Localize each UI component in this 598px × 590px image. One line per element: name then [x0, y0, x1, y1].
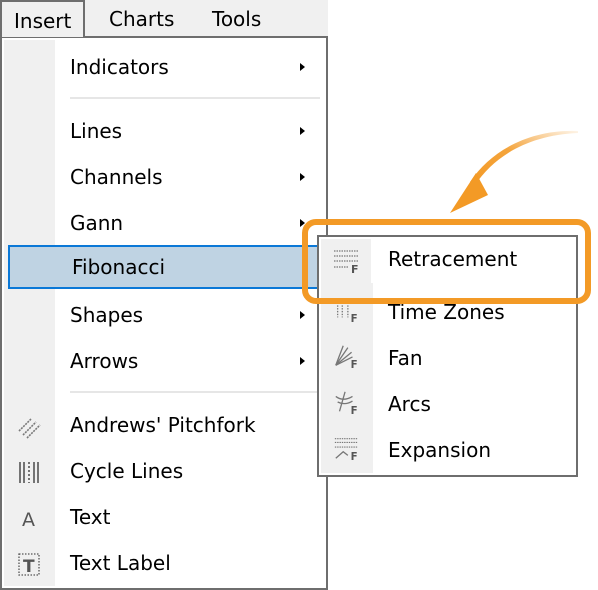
svg-text:F: F [351, 406, 358, 415]
menu-item-label: Text Label [70, 551, 171, 575]
menu-item-label: Gann [70, 211, 124, 235]
fibo-retracement-icon: F [334, 250, 359, 274]
submenu-arrow-icon [300, 311, 305, 319]
menu-item-label: Indicators [70, 55, 169, 79]
cycle-lines-icon [19, 462, 39, 483]
menu-charts[interactable]: Charts [97, 0, 186, 37]
pitchfork-icon [18, 418, 41, 439]
fibo-time-zones-icon: F [336, 299, 358, 323]
svg-text:A: A [22, 509, 35, 531]
svg-text:F: F [351, 452, 358, 461]
fibo-expansion-icon: F [334, 438, 358, 461]
svg-text:F: F [351, 314, 358, 323]
menu-item-indicators[interactable]: Indicators [4, 46, 324, 88]
text-label-icon: T [18, 553, 40, 577]
submenu-item-arcs[interactable]: F Arcs [321, 381, 574, 427]
text-icon: A [22, 509, 35, 531]
menu-separator [70, 391, 320, 393]
submenu-item-fan[interactable]: F Fan [321, 335, 574, 381]
submenu-arrow-icon [300, 127, 305, 135]
menu-item-label: Channels [70, 165, 163, 189]
submenu-arrow-icon [300, 173, 305, 181]
menu-item-channels[interactable]: Channels [4, 156, 324, 198]
submenu-item-time-zones[interactable]: F Time Zones [321, 289, 574, 335]
menu-item-andrews-pitchfork[interactable]: Andrews' Pitchfork [4, 404, 324, 446]
menu-item-label: Lines [70, 119, 123, 143]
menu-item-arrows[interactable]: Arrows [4, 340, 324, 382]
submenu-item-label: Expansion [388, 438, 491, 462]
svg-text:F: F [351, 360, 358, 369]
menu-item-text-label[interactable]: T Text Label [4, 542, 324, 584]
menu-bar: Insert Charts Tools [0, 0, 328, 37]
menu-item-lines[interactable]: Lines [4, 110, 324, 152]
submenu-item-label: Fan [388, 346, 423, 370]
menu-item-shapes[interactable]: Shapes [4, 294, 324, 336]
menu-item-text[interactable]: A Text [4, 496, 324, 538]
submenu-item-label: Retracement [388, 247, 518, 271]
annotation-arrow-icon [450, 130, 578, 213]
menu-item-cycle-lines[interactable]: Cycle Lines [4, 450, 324, 492]
fibo-fan-icon: F [335, 345, 358, 369]
menu-tools[interactable]: Tools [200, 0, 273, 37]
menu-item-label: Andrews' Pitchfork [70, 413, 256, 437]
submenu-item-label: Time Zones [388, 300, 505, 324]
menu-item-gann[interactable]: Gann [4, 202, 324, 244]
menu-item-label: Shapes [70, 303, 144, 327]
insert-menu: Indicators Lines Channels Gann Fibonacci… [0, 36, 328, 590]
menu-separator [70, 97, 320, 99]
menu-insert[interactable]: Insert [0, 0, 86, 37]
svg-text:T: T [23, 557, 35, 577]
menu-item-label: Text [70, 505, 111, 529]
submenu-item-label: Arcs [388, 392, 431, 416]
submenu-arrow-icon [300, 357, 305, 365]
submenu-arrow-icon [300, 219, 305, 227]
svg-text:F: F [351, 263, 359, 274]
submenu-item-retracement[interactable]: F Retracement [317, 235, 578, 283]
menu-item-fibonacci[interactable]: Fibonacci [8, 245, 322, 289]
submenu-arrow-icon [300, 63, 305, 71]
menu-item-label: Fibonacci [72, 255, 166, 279]
fibo-arcs-icon: F [335, 391, 358, 415]
menu-item-label: Cycle Lines [70, 459, 184, 483]
menu-item-label: Arrows [70, 349, 139, 373]
submenu-item-expansion[interactable]: F Expansion [321, 427, 574, 473]
